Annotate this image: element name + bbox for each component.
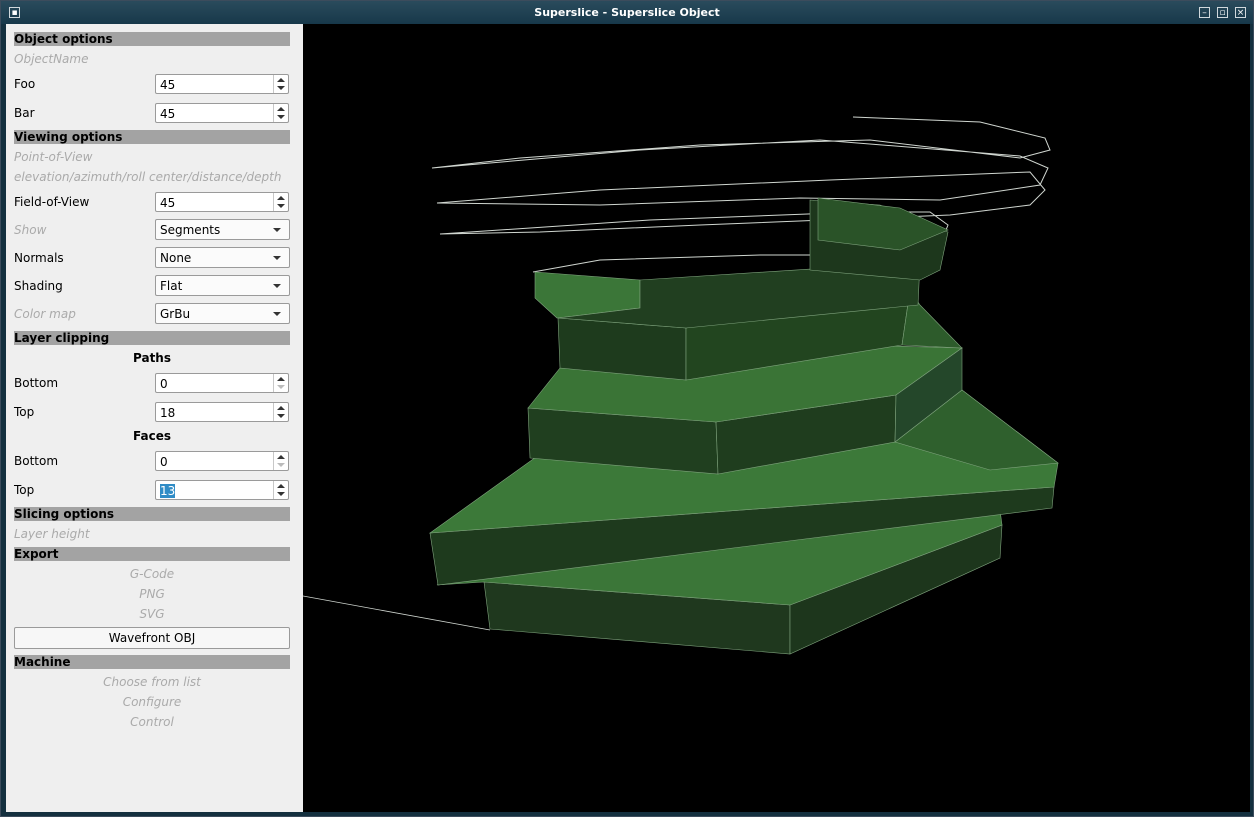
step-down-icon[interactable]	[277, 385, 285, 389]
maximize-icon[interactable]: ▫	[1217, 7, 1228, 18]
paths-bottom-stepper[interactable]	[273, 374, 288, 392]
model-render	[303, 116, 1059, 655]
fov-spinbox[interactable]: 45	[155, 192, 289, 212]
window-title: Superslice - Superslice Object	[534, 6, 720, 19]
faces-top-value[interactable]: 13	[160, 484, 176, 498]
ground-line	[303, 595, 491, 631]
bar-value[interactable]: 45	[160, 107, 175, 121]
minimize-icon[interactable]: –	[1199, 7, 1210, 18]
section-slicing-options: Slicing options	[14, 507, 290, 521]
faces-bottom-spinbox[interactable]: 0	[155, 451, 289, 471]
object-name-field[interactable]: ObjectName	[14, 52, 88, 66]
paths-top-spinbox[interactable]: 18	[155, 402, 289, 422]
shading-value[interactable]: Flat	[160, 279, 182, 293]
shading-dropdown[interactable]: Flat	[155, 275, 290, 296]
show-dropdown[interactable]: Segments	[155, 219, 290, 240]
faces-bottom-stepper[interactable]	[273, 452, 288, 470]
fov-label: Field-of-View	[14, 195, 90, 209]
normals-label: Normals	[14, 251, 64, 265]
step-up-icon[interactable]	[277, 406, 285, 410]
step-down-icon[interactable]	[277, 86, 285, 90]
close-icon[interactable]: ×	[1235, 7, 1246, 18]
step-up-icon[interactable]	[277, 78, 285, 82]
show-value[interactable]: Segments	[160, 223, 220, 237]
normals-dropdown[interactable]: None	[155, 247, 290, 268]
step-down-icon[interactable]	[277, 414, 285, 418]
section-layer-clipping: Layer clipping	[14, 331, 290, 345]
bar-stepper[interactable]	[273, 104, 288, 122]
export-png-button[interactable]: PNG	[14, 587, 290, 601]
colormap-label: Color map	[14, 307, 76, 321]
faces-bottom-value[interactable]: 0	[160, 455, 168, 469]
fov-stepper[interactable]	[273, 193, 288, 211]
paths-bottom-label: Bottom	[14, 376, 59, 390]
chevron-down-icon[interactable]	[273, 256, 281, 260]
shading-label: Shading	[14, 279, 63, 293]
paths-heading: Paths	[133, 351, 171, 365]
export-gcode-button[interactable]: G-Code	[14, 567, 290, 581]
foo-stepper[interactable]	[273, 75, 288, 93]
fov-value[interactable]: 45	[160, 196, 175, 210]
chevron-down-icon[interactable]	[273, 312, 281, 316]
paths-bottom-value[interactable]: 0	[160, 377, 168, 391]
paths-top-stepper[interactable]	[273, 403, 288, 421]
paths-top-value[interactable]: 18	[160, 406, 175, 420]
options-panel: Object options ObjectName Foo 45 Bar 45 …	[6, 24, 303, 812]
machine-configure-button[interactable]: Configure	[14, 695, 290, 709]
section-viewing-options: Viewing options	[14, 130, 290, 144]
layer-height-label[interactable]: Layer height	[14, 527, 90, 541]
foo-label: Foo	[14, 77, 36, 91]
3d-viewport[interactable]	[303, 24, 1250, 812]
wireframe-ring	[431, 116, 1051, 273]
section-machine: Machine	[14, 655, 290, 669]
chevron-down-icon[interactable]	[273, 228, 281, 232]
pov-hint[interactable]: elevation/azimuth/roll center/distance/d…	[14, 170, 281, 184]
export-wavefront-button[interactable]: Wavefront OBJ	[14, 627, 290, 649]
bar-label: Bar	[14, 106, 35, 120]
chevron-down-icon[interactable]	[273, 284, 281, 288]
foo-spinbox[interactable]: 45	[155, 74, 289, 94]
paths-top-label: Top	[14, 405, 35, 419]
faces-top-spinbox[interactable]: 13	[155, 480, 289, 500]
bar-spinbox[interactable]: 45	[155, 103, 289, 123]
faces-top-label: Top	[14, 483, 35, 497]
step-down-icon[interactable]	[277, 115, 285, 119]
step-up-icon[interactable]	[277, 196, 285, 200]
step-up-icon[interactable]	[277, 484, 285, 488]
pov-label[interactable]: Point-of-View	[14, 150, 93, 164]
section-export: Export	[14, 547, 290, 561]
step-up-icon[interactable]	[277, 107, 285, 111]
section-object-options: Object options	[14, 32, 290, 46]
step-down-icon[interactable]	[277, 492, 285, 496]
colormap-dropdown[interactable]: GrBu	[155, 303, 290, 324]
step-up-icon[interactable]	[277, 455, 285, 459]
faces-bottom-label: Bottom	[14, 454, 59, 468]
machine-choose-button[interactable]: Choose from list	[14, 675, 290, 689]
step-down-icon[interactable]	[277, 463, 285, 467]
export-svg-button[interactable]: SVG	[14, 607, 290, 621]
faces-top-stepper[interactable]	[273, 481, 288, 499]
paths-bottom-spinbox[interactable]: 0	[155, 373, 289, 393]
show-label: Show	[14, 223, 47, 237]
step-down-icon[interactable]	[277, 204, 285, 208]
title-bar[interactable]: ▪ Superslice - Superslice Object – ▫ ×	[1, 1, 1253, 24]
faces-heading: Faces	[133, 429, 171, 443]
foo-value[interactable]: 45	[160, 78, 175, 92]
normals-value[interactable]: None	[160, 251, 191, 265]
colormap-value[interactable]: GrBu	[160, 307, 190, 321]
machine-control-button[interactable]: Control	[14, 715, 290, 729]
step-up-icon[interactable]	[277, 377, 285, 381]
